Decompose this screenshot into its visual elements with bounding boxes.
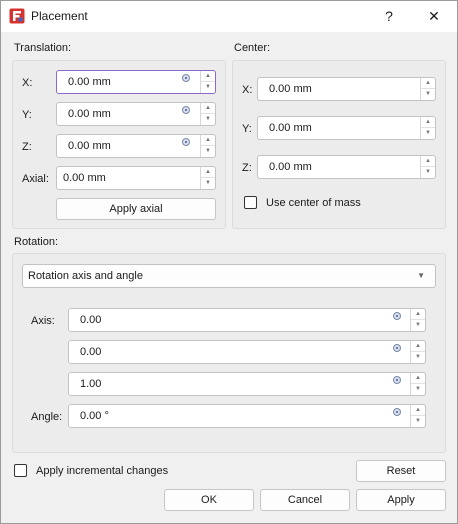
spin-arrows: ▲ ▼: [200, 135, 215, 157]
spin-up-icon[interactable]: ▲: [411, 309, 425, 320]
center-x-label: X:: [242, 84, 253, 96]
expression-icon[interactable]: [393, 376, 401, 384]
use-center-of-mass-checkbox[interactable]: [244, 196, 257, 209]
translation-y-value: 0.00 mm: [68, 108, 111, 120]
axis-label: Axis:: [31, 315, 55, 327]
spin-down-icon[interactable]: ▼: [411, 416, 425, 427]
spin-up-icon[interactable]: ▲: [411, 341, 425, 352]
spin-down-icon[interactable]: ▼: [411, 384, 425, 395]
spin-up-icon[interactable]: ▲: [421, 117, 435, 128]
axis-x-value: 0.00: [80, 314, 102, 326]
cancel-button[interactable]: Cancel: [260, 489, 350, 511]
center-y-input[interactable]: 0.00 mm ▲ ▼: [257, 116, 436, 140]
axis-y-value: 0.00: [80, 346, 102, 358]
center-x-value: 0.00 mm: [269, 83, 312, 95]
expression-icon[interactable]: [393, 344, 401, 352]
spin-arrows: ▲ ▼: [200, 71, 215, 93]
center-y-value: 0.00 mm: [269, 122, 312, 134]
axial-input[interactable]: 0.00 mm ▲ ▼: [56, 166, 216, 190]
use-center-of-mass-label[interactable]: Use center of mass: [266, 197, 361, 209]
translation-z-input[interactable]: 0.00 mm ▲ ▼: [56, 134, 216, 158]
spin-arrows: ▲ ▼: [410, 373, 425, 395]
spin-down-icon[interactable]: ▼: [411, 320, 425, 331]
spin-up-icon[interactable]: ▲: [411, 405, 425, 416]
angle-label: Angle:: [31, 411, 63, 423]
spin-down-icon[interactable]: ▼: [201, 114, 215, 125]
title-bar: Placement ? ✕: [0, 0, 458, 32]
rotation-mode-select[interactable]: Rotation axis and angle ▼: [22, 264, 436, 288]
spin-arrows: ▲ ▼: [200, 167, 215, 189]
translation-label: Translation:: [14, 42, 72, 54]
spin-arrows: ▲ ▼: [420, 156, 435, 178]
axial-label: Axial:: [22, 173, 49, 185]
angle-value: 0.00 °: [80, 410, 109, 422]
reset-button[interactable]: Reset: [356, 460, 446, 482]
center-z-label: Z:: [242, 162, 252, 174]
spin-up-icon[interactable]: ▲: [201, 71, 215, 82]
spin-up-icon[interactable]: ▲: [421, 156, 435, 167]
translation-x-input[interactable]: 0.00 mm ▲ ▼: [56, 70, 216, 94]
center-label: Center:: [234, 42, 271, 54]
angle-input[interactable]: 0.00 ° ▲ ▼: [68, 404, 426, 428]
spin-down-icon[interactable]: ▼: [411, 352, 425, 363]
expression-icon[interactable]: [182, 138, 190, 146]
spin-arrows: ▲ ▼: [410, 341, 425, 363]
center-x-input[interactable]: 0.00 mm ▲ ▼: [257, 77, 436, 101]
center-z-value: 0.00 mm: [269, 161, 312, 173]
axis-x-input[interactable]: 0.00 ▲ ▼: [68, 308, 426, 332]
center-z-input[interactable]: 0.00 mm ▲ ▼: [257, 155, 436, 179]
spin-down-icon[interactable]: ▼: [201, 146, 215, 157]
spin-up-icon[interactable]: ▲: [411, 373, 425, 384]
spin-up-icon[interactable]: ▲: [201, 103, 215, 114]
expression-icon[interactable]: [182, 74, 190, 82]
spin-arrows: ▲ ▼: [410, 309, 425, 331]
spin-arrows: ▲ ▼: [420, 117, 435, 139]
apply-incremental-label[interactable]: Apply incremental changes: [36, 465, 168, 477]
spin-down-icon[interactable]: ▼: [421, 128, 435, 139]
center-y-label: Y:: [242, 123, 252, 135]
rotation-label: Rotation:: [14, 236, 59, 248]
spin-down-icon[interactable]: ▼: [201, 82, 215, 93]
translation-z-label: Z:: [22, 141, 32, 153]
help-button[interactable]: ?: [367, 0, 411, 32]
axis-y-input[interactable]: 0.00 ▲ ▼: [68, 340, 426, 364]
spin-down-icon[interactable]: ▼: [421, 89, 435, 100]
translation-y-input[interactable]: 0.00 mm ▲ ▼: [56, 102, 216, 126]
translation-x-value: 0.00 mm: [68, 76, 111, 88]
spin-arrows: ▲ ▼: [200, 103, 215, 125]
close-button[interactable]: ✕: [412, 0, 456, 32]
translation-z-value: 0.00 mm: [68, 140, 111, 152]
spin-down-icon[interactable]: ▼: [201, 178, 215, 189]
translation-x-label: X:: [22, 77, 33, 89]
rotation-mode-value: Rotation axis and angle: [28, 270, 143, 282]
freecad-icon: [9, 8, 25, 24]
spin-up-icon[interactable]: ▲: [421, 78, 435, 89]
spin-up-icon[interactable]: ▲: [201, 167, 215, 178]
chevron-down-icon: ▼: [417, 271, 425, 280]
expression-icon[interactable]: [182, 106, 190, 114]
axis-z-value: 1.00: [80, 378, 102, 390]
expression-icon[interactable]: [393, 312, 401, 320]
spin-down-icon[interactable]: ▼: [421, 167, 435, 178]
spin-arrows: ▲ ▼: [420, 78, 435, 100]
window-title: Placement: [31, 9, 88, 23]
ok-button[interactable]: OK: [164, 489, 254, 511]
translation-y-label: Y:: [22, 109, 32, 121]
spin-up-icon[interactable]: ▲: [201, 135, 215, 146]
apply-button[interactable]: Apply: [356, 489, 446, 511]
axial-value: 0.00 mm: [63, 172, 106, 184]
apply-incremental-checkbox[interactable]: [14, 464, 27, 477]
apply-axial-button[interactable]: Apply axial: [56, 198, 216, 220]
spin-arrows: ▲ ▼: [410, 405, 425, 427]
expression-icon[interactable]: [393, 408, 401, 416]
axis-z-input[interactable]: 1.00 ▲ ▼: [68, 372, 426, 396]
